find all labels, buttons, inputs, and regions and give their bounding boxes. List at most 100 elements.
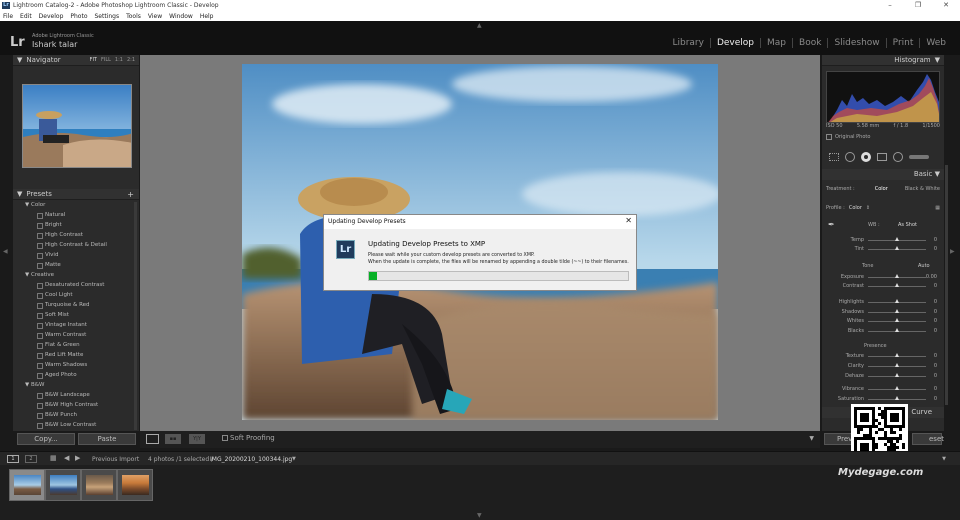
menu-edit[interactable]: Edit [20, 13, 32, 20]
slider-value[interactable]: 0 [934, 396, 937, 402]
slider-value[interactable]: 0 [934, 328, 937, 334]
slider-knob[interactable] [895, 309, 899, 313]
close-window-button[interactable]: ✕ [932, 0, 960, 11]
module-develop[interactable]: Develop [711, 38, 762, 48]
spot-removal-icon[interactable] [845, 152, 855, 162]
soft-proofing-checkbox[interactable] [222, 435, 228, 441]
slider-knob[interactable] [895, 386, 899, 390]
menu-photo[interactable]: Photo [70, 13, 87, 20]
basic-header[interactable]: Basic ▼ [822, 169, 944, 180]
eyedropper-icon[interactable]: ✒ [828, 220, 835, 229]
preset-group[interactable]: ▼ B&W [13, 380, 139, 390]
navigator-header[interactable]: ▼ Navigator FIT FILL 1:1 2:1 [13, 55, 139, 66]
slider-knob[interactable] [895, 237, 899, 241]
profile-select[interactable]: Color [849, 205, 862, 211]
histogram-header[interactable]: Histogram ▼ [822, 55, 944, 66]
preset-item[interactable]: Turquoise & Red [13, 300, 139, 310]
preset-item[interactable]: Natural [13, 210, 139, 220]
module-library[interactable]: Library [666, 38, 711, 48]
radial-filter-icon[interactable] [893, 152, 903, 162]
graduated-filter-icon[interactable] [877, 153, 887, 161]
slider-value[interactable]: 0 [934, 299, 937, 305]
copy-button[interactable]: Copy... [17, 433, 75, 445]
navigator-preview[interactable] [22, 84, 132, 168]
preset-item[interactable]: Warm Shadows [13, 360, 139, 370]
filename-chevron-icon[interactable]: ▼ [292, 456, 296, 462]
slider-knob[interactable] [895, 274, 899, 278]
slider-knob[interactable] [895, 299, 899, 303]
right-panel-toggle-icon[interactable]: ▶ [950, 248, 955, 255]
menu-help[interactable]: Help [200, 13, 214, 20]
slider-value[interactable]: 0.00 [926, 274, 937, 280]
treatment-color[interactable]: Color [875, 186, 888, 192]
zoom-2-1[interactable]: 2:1 [127, 57, 135, 63]
slider-value[interactable]: 0 [934, 363, 937, 369]
bottom-panel-toggle-icon[interactable]: ▼ [477, 512, 482, 519]
profile-browser-icon[interactable]: ▦ [935, 205, 940, 211]
preset-item[interactable]: Warm Contrast [13, 330, 139, 340]
before-after-icon[interactable]: ▪▪ [165, 434, 181, 444]
slider-knob[interactable] [895, 283, 899, 287]
menu-develop[interactable]: Develop [39, 13, 64, 20]
red-eye-icon[interactable] [861, 152, 871, 162]
menu-tools[interactable]: Tools [126, 13, 141, 20]
preset-group[interactable]: ▼ Creative [13, 270, 139, 280]
slider-knob[interactable] [895, 363, 899, 367]
preset-item[interactable]: B&W Punch [13, 410, 139, 420]
slider-value[interactable]: 0 [934, 386, 937, 392]
menu-view[interactable]: View [148, 13, 162, 20]
filename[interactable]: IMG_20200210_100344.jpg [210, 456, 292, 463]
slider-value[interactable]: 0 [934, 283, 937, 289]
toolbar-menu-chevron-icon[interactable]: ▼ [809, 435, 814, 442]
preset-item[interactable]: Red Lift Matte [13, 350, 139, 360]
slider-value[interactable]: 0 [934, 237, 937, 243]
preset-item[interactable]: B&W Landscape [13, 390, 139, 400]
slider-value[interactable]: 0 [934, 373, 937, 379]
preset-item[interactable]: Flat & Green [13, 340, 139, 350]
zoom-fit[interactable]: FIT [90, 57, 97, 63]
grid-view-icon[interactable]: ▦ [50, 454, 57, 462]
filmstrip-thumb[interactable] [81, 469, 117, 501]
slider-value[interactable]: 0 [934, 318, 937, 324]
source-label[interactable]: Previous Import [92, 456, 139, 463]
minimize-button[interactable]: – [876, 0, 904, 11]
zoom-1-1[interactable]: 1:1 [115, 57, 123, 63]
slider-value[interactable]: 0 [934, 309, 937, 315]
filmstrip-expand-icon[interactable]: ▼ [942, 456, 946, 462]
preset-group[interactable]: ▼ Color [13, 200, 139, 210]
preset-item[interactable]: B&W Low Contrast [13, 420, 139, 430]
zoom-fill[interactable]: FILL [101, 57, 111, 63]
close-icon[interactable]: ✕ [625, 216, 632, 225]
preset-item[interactable]: Vintage Instant [13, 320, 139, 330]
slider-knob[interactable] [895, 318, 899, 322]
presets-header[interactable]: ▼ Presets + [13, 189, 139, 200]
slider-knob[interactable] [895, 396, 899, 400]
user-name[interactable]: Ishark talar [32, 40, 77, 49]
menu-settings[interactable]: Settings [95, 13, 120, 20]
presets-scrollbar[interactable] [134, 202, 137, 430]
before-after-yy-button[interactable]: Y|Y [189, 434, 205, 444]
add-preset-icon[interactable]: + [127, 190, 134, 199]
preset-item[interactable]: High Contrast & Detail [13, 240, 139, 250]
preset-item[interactable]: Matte [13, 260, 139, 270]
preset-item[interactable]: Bright [13, 220, 139, 230]
slider-value[interactable]: 0 [934, 353, 937, 359]
filmstrip-thumb[interactable] [9, 469, 45, 501]
preset-item[interactable]: Aged Photo [13, 370, 139, 380]
previous-button[interactable]: Previ [824, 433, 854, 445]
module-print[interactable]: Print [887, 38, 921, 48]
menu-file[interactable]: File [3, 13, 13, 20]
crop-tool-icon[interactable] [829, 153, 839, 161]
module-book[interactable]: Book [793, 38, 829, 48]
tone-auto-button[interactable]: Auto [918, 263, 930, 269]
menu-window[interactable]: Window [169, 13, 193, 20]
chevron-down-icon[interactable]: ⇕ [866, 205, 870, 211]
slider-value[interactable]: 0 [934, 246, 937, 252]
module-slideshow[interactable]: Slideshow [828, 38, 887, 48]
slider-knob[interactable] [895, 246, 899, 250]
paste-button[interactable]: Paste [78, 433, 136, 445]
original-photo-checkbox[interactable] [826, 134, 832, 140]
right-panel-scrollbar[interactable] [945, 165, 948, 405]
filmstrip-thumb[interactable] [117, 469, 153, 501]
preset-item[interactable]: Soft Mist [13, 310, 139, 320]
